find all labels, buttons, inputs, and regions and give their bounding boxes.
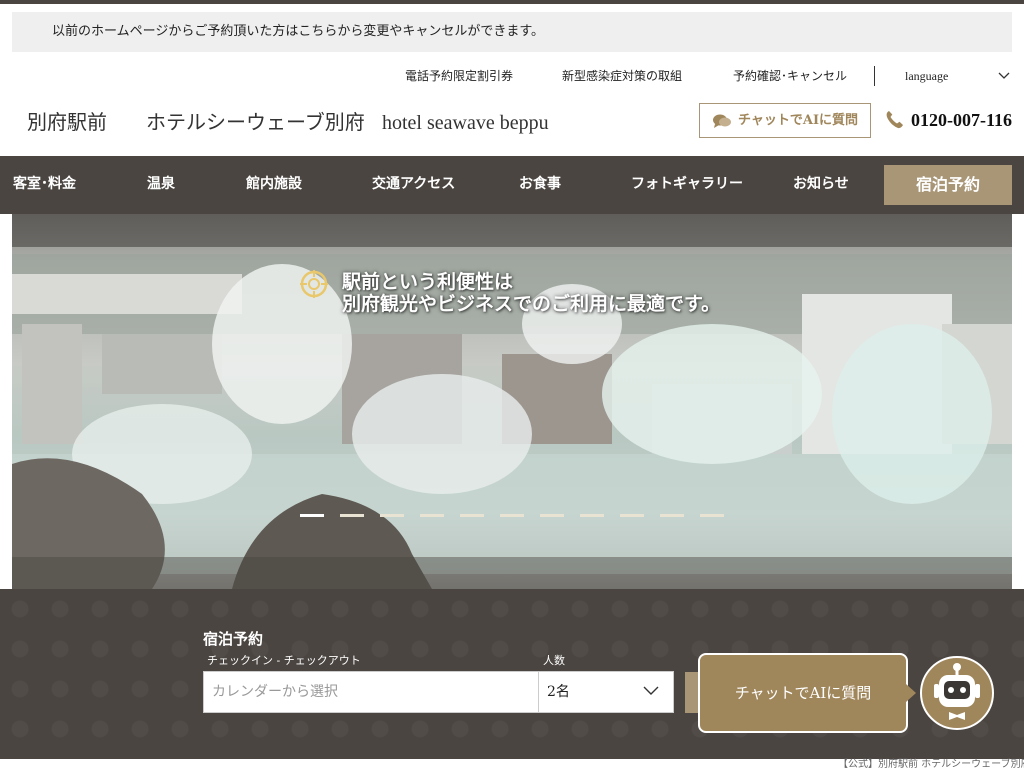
notice-text[interactable]: 以前のホームページからご予約頂いた方はこちらから変更やキャンセルができます。 bbox=[52, 24, 544, 39]
chat-bubble-tail bbox=[906, 684, 916, 702]
phone-discount-link[interactable]: 電話予約限定割引券 bbox=[405, 64, 513, 88]
brand-name-ja[interactable]: ホテルシーウェーブ別府 bbox=[146, 108, 365, 138]
slide-dot[interactable] bbox=[500, 514, 524, 517]
chevron-down-icon bbox=[643, 686, 659, 695]
booking-title: 宿泊予約 bbox=[203, 630, 264, 648]
people-value: 2名 bbox=[547, 684, 570, 700]
slide-dot[interactable] bbox=[340, 514, 364, 517]
slide-dot[interactable] bbox=[300, 514, 324, 517]
hero-top-overlay bbox=[12, 214, 1012, 247]
nav-item-gallery[interactable]: フォトギャラリー bbox=[631, 156, 743, 214]
date-input[interactable] bbox=[203, 671, 539, 713]
robot-avatar[interactable] bbox=[920, 656, 994, 730]
hero-slider[interactable]: 駅前という利便性は 別府観光やビジネスでのご利用に最適です。 bbox=[12, 214, 1012, 589]
slide-dot[interactable] bbox=[580, 514, 604, 517]
reserve-button[interactable]: 宿泊予約 bbox=[884, 165, 1012, 205]
nav-item-access[interactable]: 交通アクセス bbox=[372, 156, 455, 214]
phone-number[interactable]: 0120-007-116 bbox=[911, 106, 1012, 134]
brand-name-en[interactable]: hotel seawave beppu bbox=[382, 108, 549, 138]
slide-dot[interactable] bbox=[540, 514, 564, 517]
notice-bar[interactable]: 以前のホームページからご予約頂いた方はこちらから変更やキャンセルができます。 bbox=[12, 12, 1012, 52]
language-selector[interactable]: language bbox=[905, 64, 948, 88]
chat-ai-widget[interactable]: チャットでAIに質問 bbox=[698, 653, 908, 733]
slide-dot[interactable] bbox=[380, 514, 404, 517]
hero-caption-line1: 駅前という利便性は bbox=[342, 272, 514, 293]
brand-prefix[interactable]: 別府駅前 bbox=[27, 108, 107, 138]
phone-icon bbox=[886, 111, 903, 129]
footer-note: 【公式】別府駅前 ホテルシーウェーブ別府 bbox=[838, 759, 1024, 768]
nav-item-news[interactable]: お知らせ bbox=[793, 156, 849, 214]
nav-item-onsen[interactable]: 温泉 bbox=[147, 156, 175, 214]
slide-dot[interactable] bbox=[660, 514, 684, 517]
hero-image bbox=[12, 254, 1012, 589]
nav-item-facilities[interactable]: 館内施設 bbox=[246, 156, 302, 214]
slide-dot[interactable] bbox=[620, 514, 644, 517]
people-select[interactable]: 2名 bbox=[538, 671, 674, 713]
slide-dot[interactable] bbox=[460, 514, 484, 517]
top-border bbox=[0, 0, 1024, 4]
chevron-down-icon[interactable] bbox=[998, 70, 1010, 82]
covid-measures-link[interactable]: 新型感染症対策の取組 bbox=[562, 64, 682, 88]
hero-bottom-overlay bbox=[12, 557, 1012, 589]
nav-item-rooms[interactable]: 客室･料金 bbox=[13, 156, 76, 214]
slide-dot[interactable] bbox=[700, 514, 724, 517]
main-nav: 客室･料金 温泉 館内施設 交通アクセス お食事 フォトギャラリー お知らせ 宿… bbox=[0, 156, 1024, 214]
nav-item-dining[interactable]: お食事 bbox=[519, 156, 561, 214]
reservation-confirm-link[interactable]: 予約確認･キャンセル bbox=[733, 64, 847, 88]
chat-widget-label: チャットでAIに質問 bbox=[734, 684, 872, 702]
hero-caption-line2: 別府観光やビジネスでのご利用に最適です。 bbox=[342, 294, 721, 315]
chat-bubble-icon bbox=[713, 114, 731, 128]
chat-ai-label: チャットでAIに質問 bbox=[738, 113, 859, 128]
checkin-label: チェックイン - チェックアウト bbox=[207, 654, 361, 667]
slide-dot[interactable] bbox=[420, 514, 444, 517]
divider bbox=[874, 66, 875, 86]
hero-caption: 駅前という利便性は 別府観光やビジネスでのご利用に最適です。 bbox=[342, 272, 720, 316]
robot-icon bbox=[934, 663, 980, 720]
chat-ai-button[interactable]: チャットでAIに質問 bbox=[699, 103, 871, 138]
sun-emblem-icon bbox=[300, 270, 328, 298]
people-label: 人数 bbox=[543, 654, 565, 667]
